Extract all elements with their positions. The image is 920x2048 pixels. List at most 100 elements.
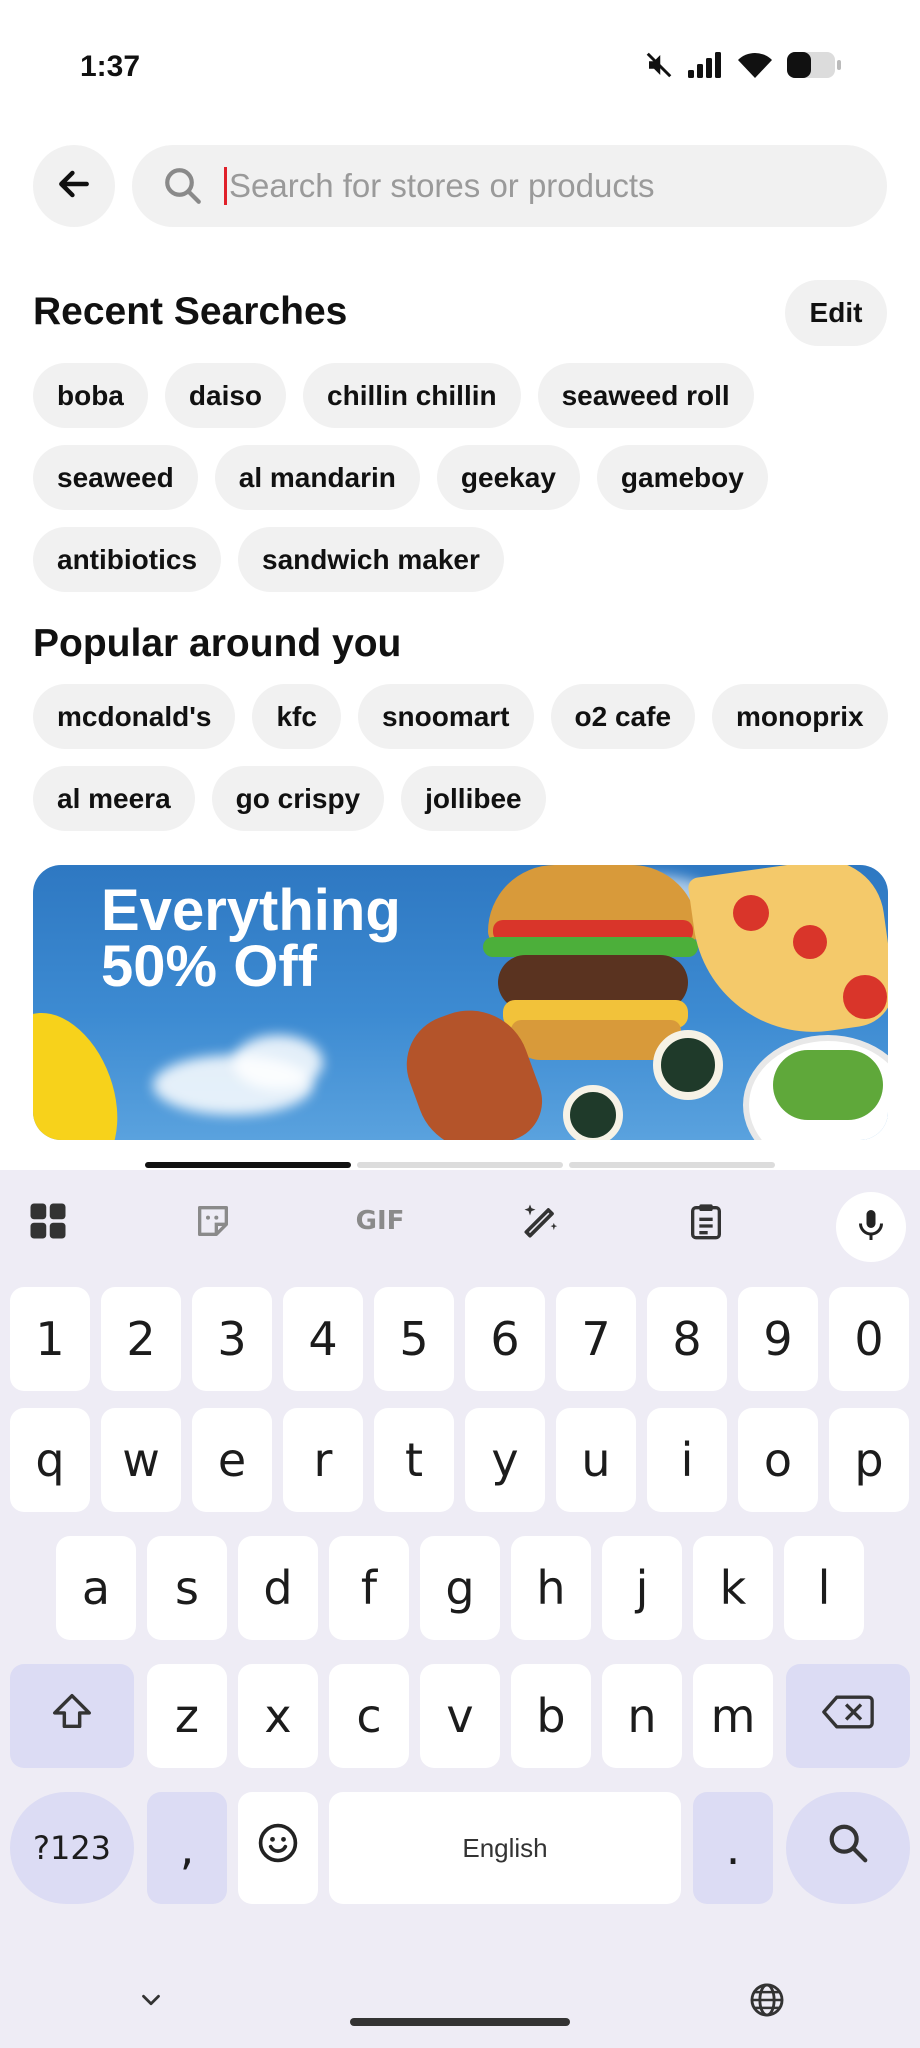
home-indicator[interactable] [350,2018,570,2026]
pager-dot[interactable] [569,1162,775,1168]
recent-chip[interactable]: gameboy [596,445,768,510]
keyboard-toolbar: GIF [0,1170,920,1270]
banner-line-1: Everything [101,878,401,943]
key-3[interactable]: 3 [192,1287,272,1391]
key-c[interactable]: c [329,1664,409,1768]
arrow-left-icon [55,165,93,208]
pager-dot[interactable] [357,1162,563,1168]
comma-key[interactable]: , [147,1792,227,1904]
key-v[interactable]: v [420,1664,500,1768]
key-n[interactable]: n [602,1664,682,1768]
key-k[interactable]: k [693,1536,773,1640]
key-d[interactable]: d [238,1536,318,1640]
text-caret [224,167,227,205]
key-i[interactable]: i [647,1408,727,1512]
key-8[interactable]: 8 [647,1287,727,1391]
key-w[interactable]: w [101,1408,181,1512]
mic-button[interactable] [836,1192,906,1262]
burger-lettuce [483,937,698,957]
recent-chip[interactable]: geekay [436,445,580,510]
key-h[interactable]: h [511,1536,591,1640]
popular-chip[interactable]: monoprix [712,684,888,749]
key-7[interactable]: 7 [556,1287,636,1391]
popular-chip[interactable]: al meera [33,766,195,831]
popular-chip[interactable]: jollibee [401,766,546,831]
cloud-shape [233,1035,323,1090]
apps-icon[interactable] [25,1198,71,1244]
pager-dot-active[interactable] [145,1162,351,1168]
recent-chip[interactable]: sandwich maker [238,527,504,592]
battery-icon [786,51,842,79]
search-bar[interactable] [132,145,887,227]
popular-chip[interactable]: mcdonald's [33,684,236,749]
key-z[interactable]: z [147,1664,227,1768]
recent-searches-list: boba daiso chillin chillin seaweed roll … [33,363,893,592]
popular-chip[interactable]: snoomart [357,684,534,749]
key-l[interactable]: l [784,1536,864,1640]
edit-button[interactable]: Edit [785,280,887,346]
sticker-icon[interactable] [190,1198,236,1244]
popular-chip[interactable]: kfc [252,684,341,749]
key-x[interactable]: x [238,1664,318,1768]
search-input[interactable] [229,167,829,205]
pizza-slice [687,865,888,1048]
tomato [843,975,887,1019]
backspace-key[interactable] [786,1664,910,1768]
gif-icon[interactable]: GIF [350,1198,410,1244]
chevron-down-icon [136,1994,166,2019]
key-p[interactable]: p [829,1408,909,1512]
pizza-tomato [793,925,827,959]
symbols-key[interactable]: ?123 [10,1792,134,1904]
recent-chip[interactable]: seaweed [33,445,198,510]
mute-icon [644,50,674,80]
promo-banner[interactable]: Everything 50% Off [33,865,888,1140]
key-2[interactable]: 2 [101,1287,181,1391]
key-r[interactable]: r [283,1408,363,1512]
key-g[interactable]: g [420,1536,500,1640]
recent-searches-title: Recent Searches [33,290,348,333]
recent-chip[interactable]: al mandarin [214,445,420,510]
key-t[interactable]: t [374,1408,454,1512]
key-9[interactable]: 9 [738,1287,818,1391]
key-j[interactable]: j [602,1536,682,1640]
key-u[interactable]: u [556,1408,636,1512]
key-4[interactable]: 4 [283,1287,363,1391]
back-button[interactable] [33,145,115,227]
key-q[interactable]: q [10,1408,90,1512]
mic-icon [853,1205,889,1250]
key-y[interactable]: y [465,1408,545,1512]
key-o[interactable]: o [738,1408,818,1512]
key-0[interactable]: 0 [829,1287,909,1391]
key-5[interactable]: 5 [374,1287,454,1391]
recent-chip[interactable]: chillin chillin [303,363,521,428]
hide-keyboard-button[interactable] [136,1985,166,2020]
recent-chip[interactable]: boba [33,363,148,428]
space-key[interactable]: English [329,1792,681,1904]
key-6[interactable]: 6 [465,1287,545,1391]
language-button[interactable] [748,1981,786,2024]
key-s[interactable]: s [147,1536,227,1640]
popular-title: Popular around you [33,622,402,665]
key-1[interactable]: 1 [10,1287,90,1391]
key-b[interactable]: b [511,1664,591,1768]
key-f[interactable]: f [329,1536,409,1640]
recent-chip[interactable]: seaweed roll [537,363,754,428]
shift-icon [49,1688,95,1745]
recent-chip[interactable]: antibiotics [33,527,222,592]
recent-chip[interactable]: daiso [164,363,287,428]
period-key[interactable]: . [693,1792,773,1904]
emoji-key[interactable] [238,1792,318,1904]
popular-chip[interactable]: go crispy [211,766,385,831]
salad-greens [773,1050,883,1120]
key-a[interactable]: a [56,1536,136,1640]
magic-edit-icon[interactable] [518,1198,564,1244]
signal-icon [688,52,724,78]
popular-chip[interactable]: o2 cafe [550,684,696,749]
brand-corner-shape [33,996,139,1140]
clipboard-icon[interactable] [683,1198,729,1244]
key-m[interactable]: m [693,1664,773,1768]
shift-key[interactable] [10,1664,134,1768]
banner-line-2: 50% Off [101,934,317,999]
search-key[interactable] [786,1792,910,1904]
key-e[interactable]: e [192,1408,272,1512]
